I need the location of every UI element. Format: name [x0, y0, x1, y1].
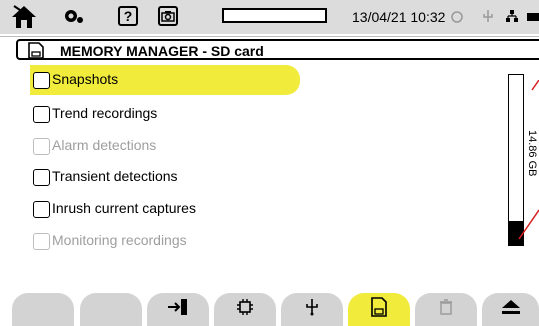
camera-icon[interactable] [158, 6, 178, 26]
settings-icon[interactable] [62, 6, 86, 31]
checkbox [33, 138, 50, 155]
pointer-line [531, 80, 539, 91]
usb-icon [304, 298, 320, 321]
sd-card-icon [28, 42, 44, 64]
function-toolbar [0, 290, 539, 326]
checkbox[interactable] [33, 169, 50, 186]
status-bar: ? 13/04/21 10:32 [0, 0, 539, 34]
eject-icon [500, 298, 522, 321]
exit-icon [167, 298, 189, 321]
list-item-label: Monitoring recordings [52, 232, 187, 248]
list-item-snapshots[interactable]: Snapshots [30, 65, 300, 95]
list-item-label: Transient detections [52, 168, 178, 184]
list-item-alarm-detections: Alarm detections [30, 131, 300, 161]
function-key-2[interactable] [80, 293, 142, 326]
page-title-bar: MEMORY MANAGER - SD card [16, 39, 539, 60]
divider [0, 36, 539, 37]
function-key-1[interactable] [12, 293, 74, 326]
list-item-transient-detections[interactable]: Transient detections [30, 162, 300, 192]
home-icon[interactable] [10, 4, 38, 35]
network-icon [505, 9, 519, 28]
storage-capacity-label: 14.86 GB [526, 130, 538, 177]
checkbox[interactable] [33, 201, 50, 218]
exit-button[interactable] [147, 293, 209, 326]
page-title: MEMORY MANAGER - SD card [60, 43, 264, 59]
internal-memory-button[interactable] [214, 293, 276, 326]
list-item-trend-recordings[interactable]: Trend recordings [30, 99, 300, 129]
list-item-label: Trend recordings [52, 105, 158, 121]
usb-storage-button[interactable] [281, 293, 343, 326]
list-item-label: Snapshots [52, 71, 119, 87]
checkbox[interactable] [33, 106, 50, 123]
list-item-label: Alarm detections [52, 137, 157, 153]
list-item-monitoring-recordings: Monitoring recordings [30, 226, 300, 256]
datetime: 13/04/21 10:32 [352, 9, 446, 25]
sd-card-button[interactable] [348, 293, 410, 326]
sd-card-icon [371, 297, 387, 322]
pointer-line [518, 209, 539, 240]
trash-icon [439, 299, 453, 320]
help-icon[interactable]: ? [118, 6, 138, 26]
battery-icon [527, 10, 539, 28]
eject-button[interactable] [482, 293, 539, 326]
list-item-inrush-current-captures[interactable]: Inrush current captures [30, 194, 300, 224]
power-icon [451, 10, 463, 28]
progress-bar [222, 8, 327, 23]
chip-icon [235, 298, 255, 321]
list-item-label: Inrush current captures [52, 200, 196, 216]
checkbox [33, 233, 50, 250]
usb-icon [481, 9, 495, 28]
checkbox[interactable] [33, 72, 50, 89]
delete-button[interactable] [415, 293, 477, 326]
